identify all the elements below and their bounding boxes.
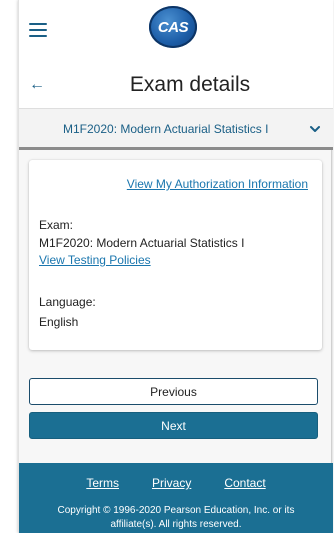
- next-button[interactable]: Next: [29, 412, 318, 439]
- copyright-line-1: Copyright © 1996-2020 Pearson Education,…: [57, 505, 295, 516]
- chevron-down-icon: [310, 126, 320, 132]
- language-value: English: [39, 315, 79, 329]
- exam-value: M1F2020: Modern Actuarial Statistics I: [39, 236, 245, 250]
- exam-label: Exam:: [39, 218, 74, 232]
- top-bar: CAS: [19, 0, 333, 64]
- hamburger-menu-icon[interactable]: [29, 23, 47, 37]
- cas-logo: CAS: [149, 6, 197, 48]
- exam-details-card: View My Authorization Information Exam: …: [29, 160, 322, 350]
- terms-link[interactable]: Terms: [86, 476, 119, 490]
- footer-links: Terms Privacy Contact: [19, 476, 333, 490]
- app-screen: CAS ← Exam details M1F2020: Modern Actua…: [18, 0, 333, 533]
- copyright-text: Copyright © 1996-2020 Pearson Education,…: [33, 504, 319, 532]
- contact-link[interactable]: Contact: [224, 476, 265, 490]
- exam-select-dropdown[interactable]: M1F2020: Modern Actuarial Statistics I: [19, 108, 333, 150]
- page-title: Exam details: [129, 73, 251, 96]
- footer: Terms Privacy Contact Copyright © 1996-2…: [19, 463, 333, 533]
- privacy-link[interactable]: Privacy: [152, 476, 191, 490]
- copyright-line-2: affiliate(s). All rights reserved.: [110, 519, 242, 530]
- view-testing-policies-link[interactable]: View Testing Policies: [39, 253, 151, 267]
- view-authorization-link[interactable]: View My Authorization Information: [127, 177, 308, 191]
- exam-select-value: M1F2020: Modern Actuarial Statistics I: [63, 122, 269, 136]
- title-bar: ← Exam details: [19, 64, 333, 108]
- previous-button[interactable]: Previous: [29, 378, 318, 405]
- logo-text: CAS: [157, 18, 189, 36]
- language-label: Language:: [39, 295, 96, 309]
